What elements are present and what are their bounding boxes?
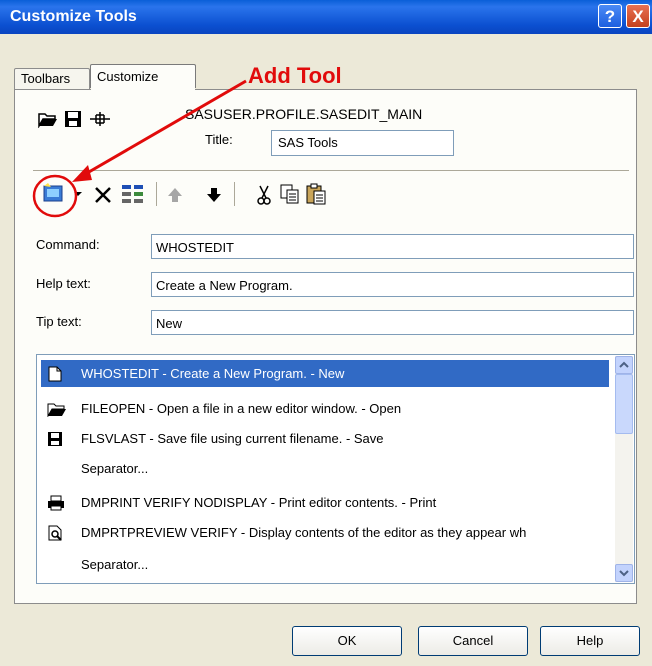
annotation-arrow (81, 79, 247, 178)
customize-tools-dialog: Customize Tools ? X Toolbars Customize S… (0, 0, 652, 666)
annotation-arrowhead (72, 165, 92, 182)
annotation-overlay (32, 79, 247, 218)
annotation-circle (32, 174, 78, 218)
